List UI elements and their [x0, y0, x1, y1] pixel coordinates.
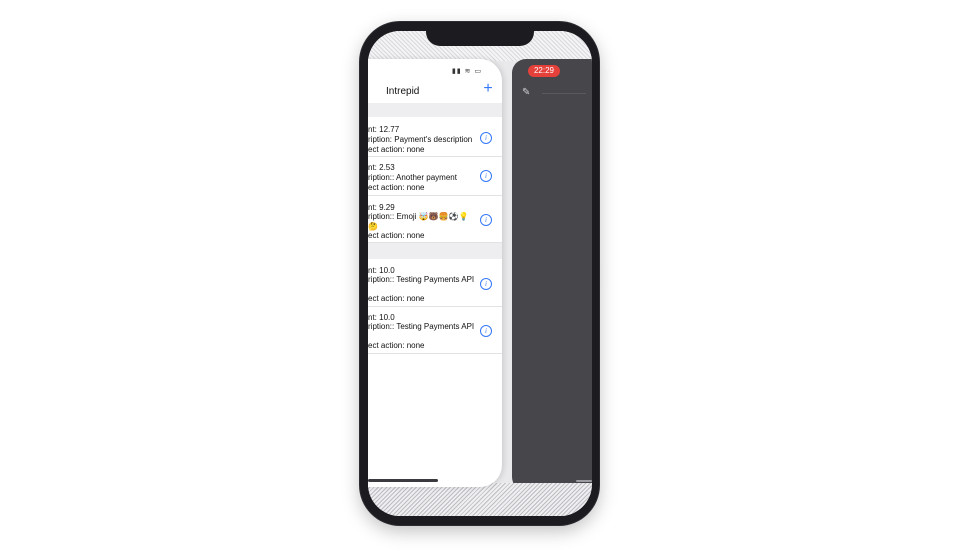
status-time-pill: 22:29 — [528, 65, 560, 77]
pencil-icon[interactable]: ✎ — [522, 87, 530, 98]
amount-text: nt: 10.0 — [368, 266, 395, 275]
add-button[interactable]: + — [480, 81, 496, 97]
payment-row[interactable]: nt: 2.53 ription:: Another payment ect a… — [368, 157, 502, 196]
divider — [542, 93, 586, 94]
info-icon[interactable]: i — [480, 278, 492, 290]
phone-notch — [426, 24, 534, 46]
status-icons: ▮▮ ≋ ▭ — [452, 68, 483, 75]
action-text: ect action: none — [368, 145, 425, 154]
section-header — [368, 243, 502, 259]
payment-row[interactable]: nt: 10.0 ription:: Testing Payments API … — [368, 259, 502, 307]
info-icon[interactable]: i — [480, 325, 492, 337]
payment-row[interactable]: nt: 9.29 ription:: Emoji 🤯🐻🍔⚽💡 🤔 ect act… — [368, 196, 502, 243]
info-icon[interactable]: i — [480, 132, 492, 144]
action-text: ect action: none — [368, 231, 425, 240]
description-text: ription:: Another payment — [368, 173, 457, 182]
payment-row[interactable]: nt: 10.0 ription:: Testing Payments API … — [368, 307, 502, 354]
section-header — [368, 103, 502, 117]
payments-app-card[interactable]: ▮▮ ≋ ▭ Intrepid + nt: 12.77 ription: Pay… — [368, 59, 502, 487]
amount-text: nt: 10.0 — [368, 313, 395, 322]
payment-row[interactable]: nt: 12.77 ription: Payment's description… — [368, 117, 502, 157]
multitask-screen: 22:29 ✎ ▮▮ ≋ ▭ Intrepid + nt: 12.77 ript… — [0, 0, 960, 551]
action-text: ect action: none — [368, 183, 425, 192]
app-switcher: 22:29 ✎ ▮▮ ≋ ▭ Intrepid + nt: 12.77 ript… — [368, 31, 592, 516]
description-continuation: 🤔 — [368, 222, 378, 231]
switcher-bottom-background — [368, 483, 592, 516]
other-app-card[interactable]: 22:29 ✎ — [512, 59, 592, 491]
amount-text: nt: 9.29 — [368, 203, 395, 212]
description-text: ription:: Testing Payments API — [368, 275, 475, 284]
home-indicator[interactable] — [368, 479, 438, 482]
amount-text: nt: 12.77 — [368, 125, 400, 134]
action-text: ect action: none — [368, 341, 425, 350]
nav-title: Intrepid — [386, 86, 420, 97]
info-icon[interactable]: i — [480, 214, 492, 226]
action-text: ect action: none — [368, 294, 425, 303]
info-icon[interactable]: i — [480, 170, 492, 182]
description-text: ription:: Testing Payments API — [368, 322, 475, 331]
description-text: ription:: Emoji 🤯🐻🍔⚽💡 — [368, 212, 469, 221]
amount-text: nt: 2.53 — [368, 163, 395, 172]
home-indicator[interactable] — [576, 480, 592, 482]
description-text: ription: Payment's description — [368, 135, 473, 144]
